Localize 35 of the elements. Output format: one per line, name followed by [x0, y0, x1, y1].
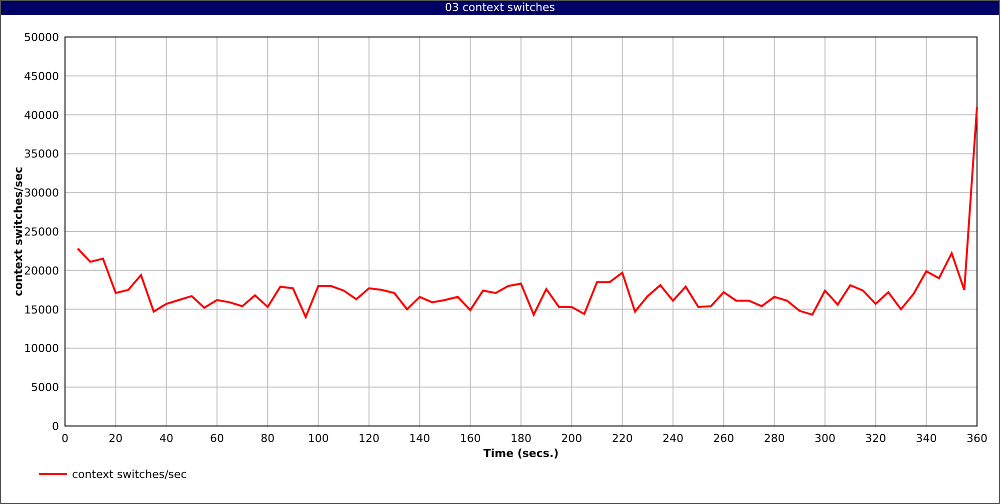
y-tick-label: 30000 — [24, 186, 59, 200]
y-tick-label: 10000 — [24, 342, 59, 356]
x-tick-label: 200 — [561, 432, 582, 445]
y-tick-label: 40000 — [24, 108, 59, 122]
x-tick-label: 260 — [713, 432, 734, 445]
x-tick-label: 60 — [210, 432, 224, 445]
legend-line-icon — [39, 473, 67, 475]
x-tick-label: 160 — [460, 432, 481, 445]
x-tick-label: 300 — [814, 432, 836, 445]
x-tick-label: 360 — [966, 432, 988, 445]
y-tick-label: 25000 — [24, 226, 59, 238]
y-tick-label: 5000 — [31, 381, 59, 394]
y-tick-label: 50000 — [24, 31, 59, 44]
x-tick-label: 100 — [308, 432, 329, 445]
x-tick-label: 180 — [510, 432, 532, 445]
x-tick-label: 0 — [62, 432, 68, 445]
chart-title: 03 context switches — [444, 1, 556, 15]
x-tick-label: 240 — [662, 432, 684, 445]
x-tick-label: 140 — [409, 432, 430, 445]
x-tick-label: 280 — [764, 432, 785, 445]
x-axis-label: Time (secs.) — [483, 447, 559, 460]
y-tick-label: 20000 — [24, 264, 59, 278]
x-tick-label: 40 — [159, 432, 174, 445]
y-tick-label: 15000 — [24, 303, 59, 316]
x-tick-label: 80 — [260, 432, 275, 445]
x-tick-label: 320 — [865, 432, 886, 445]
x-tick-label: 20 — [108, 432, 123, 445]
x-tick-label: 120 — [358, 432, 380, 445]
y-tick-label: 45000 — [24, 70, 59, 83]
x-tick-label: 220 — [612, 432, 633, 445]
y-tick-label: 0 — [52, 420, 59, 433]
legend-label: context switches/sec — [72, 468, 187, 481]
y-axis-label: context switches/sec — [12, 166, 25, 296]
y-tick-label: 35000 — [24, 148, 59, 161]
x-tick-label: 340 — [916, 432, 937, 445]
